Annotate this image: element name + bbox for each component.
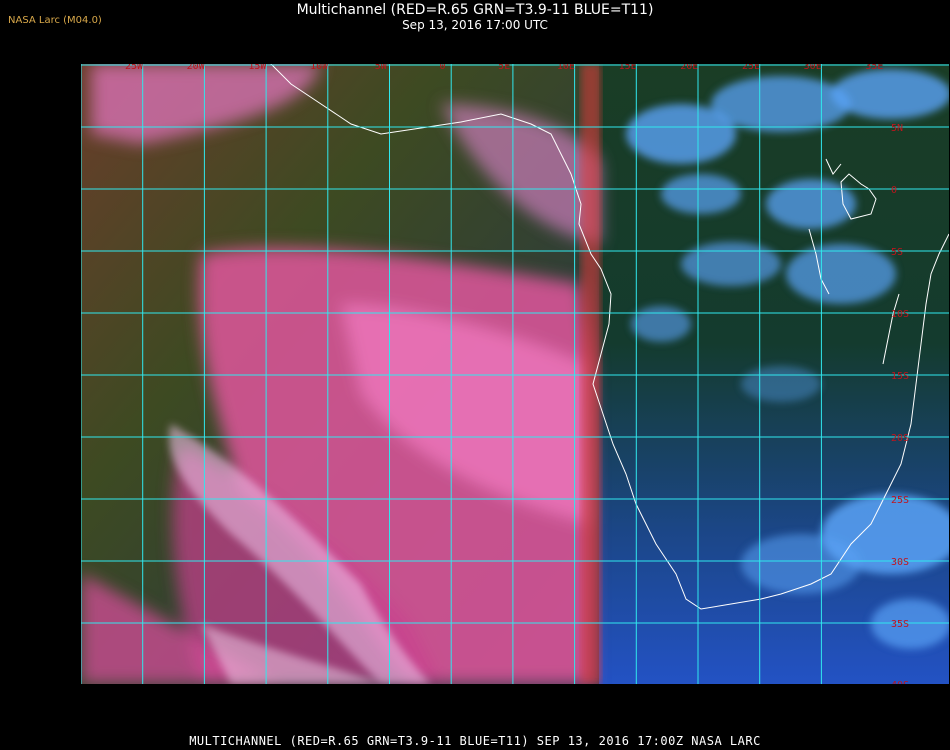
longitude-label: 15E (619, 64, 637, 72)
longitude-label: 20W (187, 64, 206, 72)
longitude-label: 25W (125, 64, 144, 72)
latitude-label: 10S (891, 309, 909, 320)
longitude-label: 20E (680, 64, 698, 72)
latitude-label: 5S (891, 247, 903, 258)
latitude-label: 20S (891, 433, 909, 444)
image-timestamp: Sep 13, 2016 17:00 UTC (402, 18, 548, 32)
image-title: Multichannel (RED=R.65 GRN=T3.9-11 BLUE=… (296, 2, 654, 18)
swath-edge (581, 64, 601, 684)
longitude-label: 5W (375, 64, 388, 72)
latitude-label: 15S (891, 371, 909, 382)
image-footer-caption: MULTICHANNEL (RED=R.65 GRN=T3.9-11 BLUE=… (189, 734, 761, 748)
longitude-label: 10W (310, 64, 329, 72)
longitude-label: 10E (557, 64, 575, 72)
longitude-label: 25E (742, 64, 760, 72)
longitude-label: 0 (439, 64, 445, 72)
latitude-label: 30S (891, 557, 909, 568)
longitude-label: 30E (804, 64, 822, 72)
longitude-label: 5E (498, 64, 510, 72)
satellite-map[interactable]: 25W 20W 15W 10W 5W 0 5E 10E 15E 20E 25E 30E 35E 5N 0 5S… (81, 64, 949, 728)
longitude-label: 15W (248, 64, 267, 72)
no-data-band (81, 684, 949, 728)
latitude-label: 5N (891, 123, 903, 134)
latitude-label: 0 (891, 185, 897, 196)
longitude-label: 35E (865, 64, 883, 72)
latitude-label: 25S (891, 495, 909, 506)
latitude-label: 35S (891, 619, 909, 630)
